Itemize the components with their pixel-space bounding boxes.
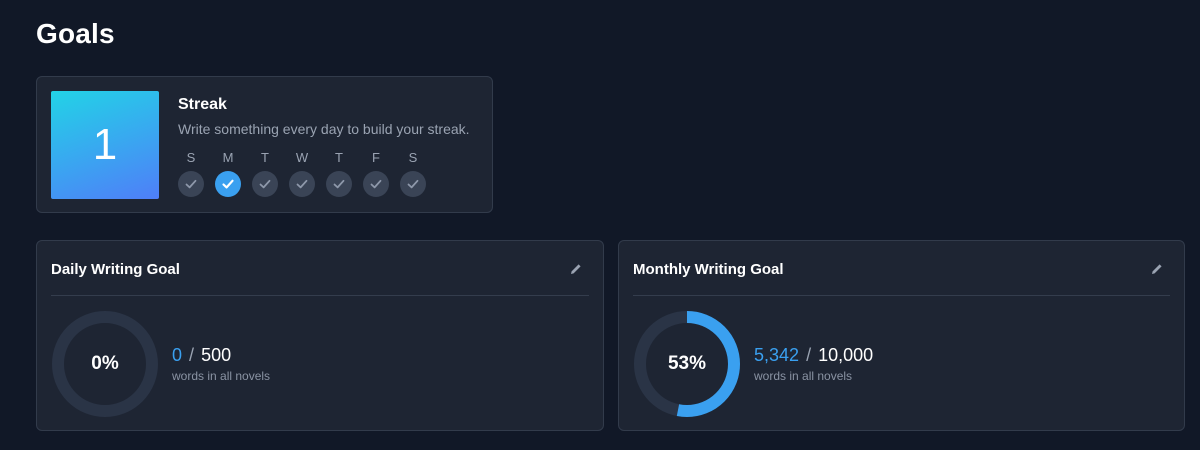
streak-title: Streak — [178, 96, 227, 113]
monthly-goal-caption: words in all novels — [754, 369, 853, 383]
streak-day: S — [400, 150, 437, 197]
day-letter: M — [222, 150, 234, 165]
goals-page: Goals 1 Streak Write something every day… — [0, 0, 1200, 450]
check-icon — [289, 171, 315, 197]
monthly-goal-title: Monthly Writing Goal — [633, 261, 784, 278]
streak-count-tile: 1 — [51, 91, 159, 199]
daily-separator: / — [189, 345, 195, 365]
pencil-icon[interactable] — [1150, 262, 1164, 276]
day-letter: F — [372, 150, 380, 165]
monthly-current-words: 5,342 — [754, 345, 800, 365]
monthly-goal-stats: 5,342 / 10,000 words in all novels — [754, 345, 873, 383]
monthly-percent-label: 53% — [667, 353, 707, 374]
day-letter: T — [335, 150, 343, 165]
streak-day: M — [215, 150, 252, 197]
divider — [51, 295, 589, 296]
daily-current-words: 0 — [172, 345, 183, 365]
daily-goal-caption: words in all novels — [172, 369, 271, 383]
streak-day: W — [289, 150, 326, 197]
check-icon — [400, 171, 426, 197]
streak-day: F — [363, 150, 400, 197]
check-icon — [215, 171, 241, 197]
streak-day: T — [252, 150, 289, 197]
streak-day: T — [326, 150, 363, 197]
daily-goal-title: Daily Writing Goal — [51, 261, 180, 278]
daily-goal-card: Daily Writing Goal 0% 0 / 500 words in a… — [36, 240, 604, 431]
streak-days: S M T W T F S — [178, 150, 437, 197]
page-title: Goals — [36, 18, 115, 49]
monthly-goal-numbers: 5,342 / 10,000 — [754, 345, 873, 366]
monthly-separator: / — [806, 345, 812, 365]
daily-goal-stats: 0 / 500 words in all novels — [172, 345, 270, 383]
daily-target-words: 500 — [201, 345, 232, 365]
day-letter: S — [186, 150, 196, 165]
daily-percent-label: 0% — [91, 353, 119, 374]
daily-goal-numbers: 0 / 500 — [172, 345, 270, 366]
day-letter: T — [261, 150, 269, 165]
day-letter: S — [408, 150, 418, 165]
check-icon — [178, 171, 204, 197]
check-icon — [363, 171, 389, 197]
streak-subtitle: Write something every day to build your … — [178, 121, 470, 137]
divider — [633, 295, 1170, 296]
monthly-goal-card: Monthly Writing Goal 53% 5,342 / 10,000 … — [618, 240, 1185, 431]
day-letter: W — [295, 150, 309, 165]
streak-day: S — [178, 150, 215, 197]
streak-card: 1 Streak Write something every day to bu… — [36, 76, 493, 213]
monthly-target-words: 10,000 — [818, 345, 874, 365]
check-icon — [252, 171, 278, 197]
pencil-icon[interactable] — [569, 262, 583, 276]
check-icon — [326, 171, 352, 197]
